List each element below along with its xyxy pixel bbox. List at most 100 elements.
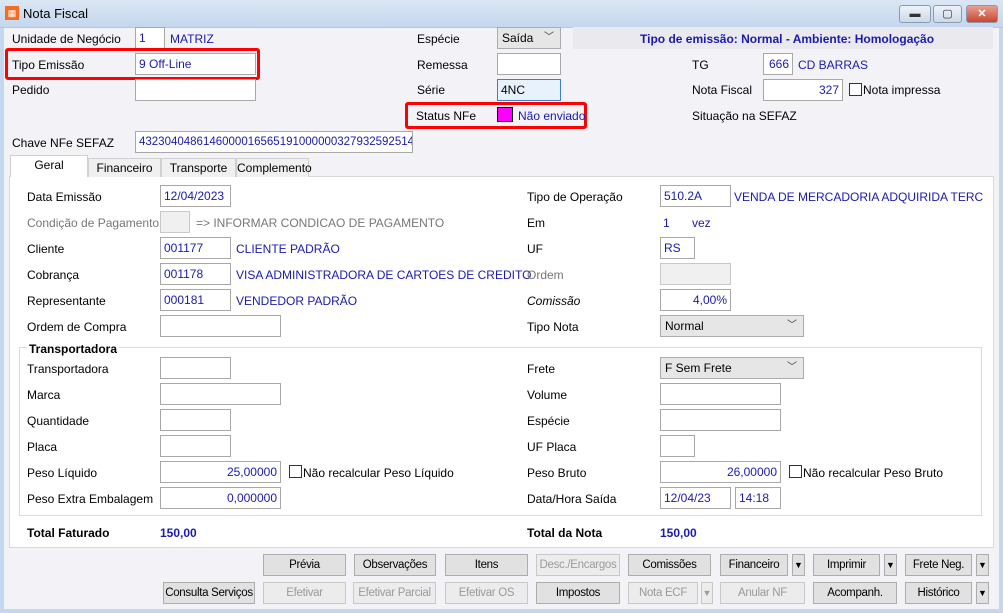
tg-code-input[interactable]: 666 — [763, 53, 793, 75]
anular-nf-button[interactable]: Anular NF — [720, 582, 805, 604]
transportadora-label: Transportadora — [27, 362, 109, 376]
chave-nfe-label: Chave NFe SEFAZ — [12, 136, 115, 150]
frete-neg-dropdown-arrow-icon[interactable]: ▼ — [976, 554, 989, 576]
ordem-input[interactable] — [660, 263, 731, 285]
quantidade-label: Quantidade — [27, 414, 90, 428]
minimize-button[interactable]: ▬ — [899, 5, 931, 23]
transportadora-input[interactable] — [160, 357, 231, 379]
cond-pagamento-input[interactable] — [160, 211, 190, 233]
tab-transporte[interactable]: Transporte — [161, 158, 236, 177]
representante-label: Representante — [27, 294, 106, 308]
unidade-name: MATRIZ — [170, 32, 214, 46]
nota-ecf-button[interactable]: Nota ECF — [628, 582, 698, 604]
peso-liquido-input[interactable]: 25,00000 — [160, 461, 281, 483]
quantidade-input[interactable] — [160, 409, 231, 431]
hora-saida-input[interactable]: 14:18 — [735, 487, 781, 509]
nota-fiscal-input[interactable]: 327 — [763, 79, 843, 101]
unidade-label: Unidade de Negócio — [12, 32, 121, 46]
comissoes-button[interactable]: Comissões — [628, 554, 711, 576]
chevron-down-icon: ﹀ — [787, 320, 797, 331]
frete-label: Frete — [527, 362, 556, 376]
efetivar-button[interactable]: Efetivar — [263, 582, 346, 604]
especie-value: Saída — [502, 31, 534, 45]
observacoes-button[interactable]: Observações — [354, 554, 436, 576]
efetivar-os-button[interactable]: Efetivar OS — [445, 582, 528, 604]
nao-recalcular-peso-bruto-label: Não recalcular Peso Bruto — [803, 466, 944, 480]
consulta-servicos-button[interactable]: Consulta Serviços — [163, 582, 255, 604]
uf-placa-label: UF Placa — [527, 440, 577, 454]
financeiro-dropdown-arrow-icon[interactable]: ▼ — [792, 554, 805, 576]
tipo-emissao-input[interactable]: 9 Off-Line — [135, 53, 256, 75]
nota-impressa-checkbox[interactable] — [849, 83, 862, 96]
tg-name: CD BARRAS — [798, 58, 869, 72]
title-bar: ▦ Nota Fiscal ▬ ▢ ✕ — [0, 0, 1003, 28]
previa-button[interactable]: Prévia — [263, 554, 346, 576]
tipo-operacao-label: Tipo de Operação — [527, 190, 623, 204]
historico-button[interactable]: Histórico — [905, 582, 972, 604]
cobranca-label: Cobrança — [27, 268, 80, 282]
status-nfe-value: Não enviado — [518, 109, 586, 123]
itens-button[interactable]: Itens — [445, 554, 528, 576]
desc-encargos-button[interactable]: Desc./Encargos — [536, 554, 620, 576]
placa-label: Placa — [27, 440, 58, 454]
impostos-button[interactable]: Impostos — [536, 582, 620, 604]
tipo-emissao-label: Tipo Emissão — [12, 58, 85, 72]
tg-label: TG — [692, 58, 709, 72]
nota-impressa-label: Nota impressa — [863, 83, 941, 97]
nao-recalcular-peso-liquido-label: Não recalcular Peso Líquido — [303, 466, 454, 480]
close-button[interactable]: ✕ — [966, 5, 998, 23]
serie-input[interactable]: 4NC — [497, 79, 561, 101]
maximize-button[interactable]: ▢ — [933, 5, 962, 23]
uf-input[interactable]: RS — [660, 237, 695, 259]
historico-dropdown-arrow-icon[interactable]: ▼ — [976, 582, 989, 604]
peso-bruto-input[interactable]: 26,00000 — [660, 461, 781, 483]
cliente-code-input[interactable]: 001177 — [160, 237, 231, 259]
marca-label: Marca — [27, 388, 61, 402]
status-color-indicator — [497, 107, 513, 122]
especie-transp-input[interactable] — [660, 409, 781, 431]
representante-code-input[interactable]: 000181 — [160, 289, 231, 311]
placa-input[interactable] — [160, 435, 231, 457]
unidade-code-input[interactable]: 1 — [135, 27, 165, 49]
acompanh-button[interactable]: Acompanh. — [813, 582, 897, 604]
uf-placa-input[interactable] — [660, 435, 695, 457]
nota-ecf-dropdown-arrow-icon[interactable]: ▼ — [701, 582, 713, 604]
especie-label: Espécie — [417, 32, 460, 46]
tipo-operacao-input[interactable]: 510.2A — [660, 185, 731, 207]
imprimir-dropdown-arrow-icon[interactable]: ▼ — [884, 554, 897, 576]
situacao-sefaz-label: Situação na SEFAZ — [692, 109, 797, 123]
peso-extra-input[interactable]: 0,000000 — [160, 487, 281, 509]
especie-transp-label: Espécie — [527, 414, 570, 428]
frete-neg-button[interactable]: Frete Neg. — [905, 554, 972, 576]
data-hora-saida-label: Data/Hora Saída — [527, 492, 617, 506]
volume-label: Volume — [527, 388, 568, 402]
remessa-input[interactable] — [497, 53, 561, 75]
tipo-nota-value: Normal — [665, 319, 704, 333]
frete-select[interactable]: F Sem Frete ﹀ — [660, 357, 804, 379]
cobranca-code-input[interactable]: 001178 — [160, 263, 231, 285]
pedido-input[interactable] — [135, 79, 256, 101]
cond-pagamento-desc: => INFORMAR CONDICAO DE PAGAMENTO — [196, 216, 445, 230]
data-emissao-input[interactable]: 12/04/2023 — [160, 185, 231, 207]
tab-geral[interactable]: Geral — [10, 155, 88, 177]
marca-input[interactable] — [160, 383, 281, 405]
em-unit: vez — [692, 216, 711, 230]
chevron-down-icon: ﹀ — [544, 32, 554, 43]
especie-select[interactable]: Saída ﹀ — [497, 27, 561, 49]
efetivar-parcial-button[interactable]: Efetivar Parcial — [353, 582, 436, 604]
status-nfe-label: Status NFe — [416, 109, 477, 123]
total-faturado-label: Total Faturado — [27, 526, 110, 540]
tab-complemento[interactable]: Complemento — [236, 158, 312, 177]
tab-financeiro[interactable]: Financeiro — [88, 158, 161, 177]
financeiro-button[interactable]: Financeiro — [720, 554, 788, 576]
comissao-input[interactable]: 4,00% — [660, 289, 731, 311]
volume-input[interactable] — [660, 383, 781, 405]
ordem-compra-input[interactable] — [160, 315, 281, 337]
data-saida-input[interactable]: 12/04/23 — [660, 487, 731, 509]
nao-recalcular-peso-liquido-checkbox[interactable] — [289, 465, 302, 478]
nao-recalcular-peso-bruto-checkbox[interactable] — [789, 465, 802, 478]
ordem-label: Ordem — [527, 268, 564, 282]
tipo-nota-select[interactable]: Normal ﹀ — [660, 315, 804, 337]
imprimir-button[interactable]: Imprimir — [813, 554, 880, 576]
chave-nfe-input[interactable]: 4323040486146000016565191000000327932592… — [135, 131, 413, 153]
